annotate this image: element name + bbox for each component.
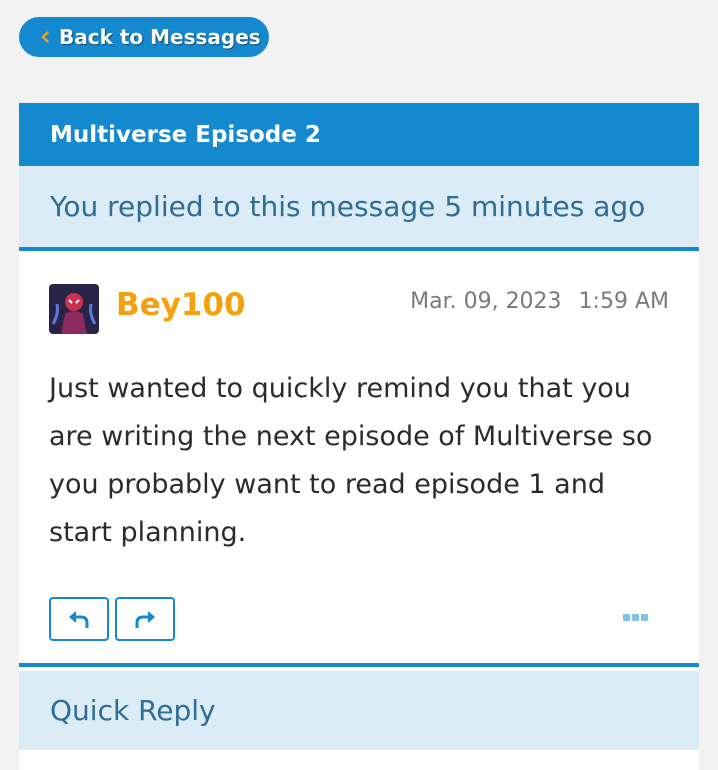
message-body: Just wanted to quickly remind you that y… [49,373,653,548]
avatar[interactable] [49,284,99,334]
forward-icon [135,611,155,628]
back-button-label: Back to Messages [59,25,261,49]
more-options-button[interactable] [623,611,651,623]
more-icon-dot [632,613,639,621]
conversation-title: Multiverse Episode 2 [19,103,699,166]
forward-button[interactable] [115,597,175,641]
message-time: 1:59 AM [578,289,669,314]
reply-notice: You replied to this message 5 minutes ag… [19,166,699,251]
message-timestamp: Mar. 09, 2023 1:59 AM [410,289,669,314]
chevron-left-icon [41,31,49,43]
message-card: Multiverse Episode 2 You replied to this… [19,103,699,770]
reply-button[interactable] [49,597,109,641]
message-date: Mar. 09, 2023 [410,289,562,314]
more-icon [623,613,630,621]
reply-icon [69,611,89,628]
quick-reply-toggle[interactable]: Quick Reply [19,671,699,755]
more-icon-dot [641,613,648,621]
message-item: Bey100 Mar. 09, 2023 1:59 AM Just wanted… [19,251,699,667]
back-to-messages-button[interactable]: Back to Messages [19,17,269,57]
author-name[interactable]: Bey100 [116,287,246,323]
